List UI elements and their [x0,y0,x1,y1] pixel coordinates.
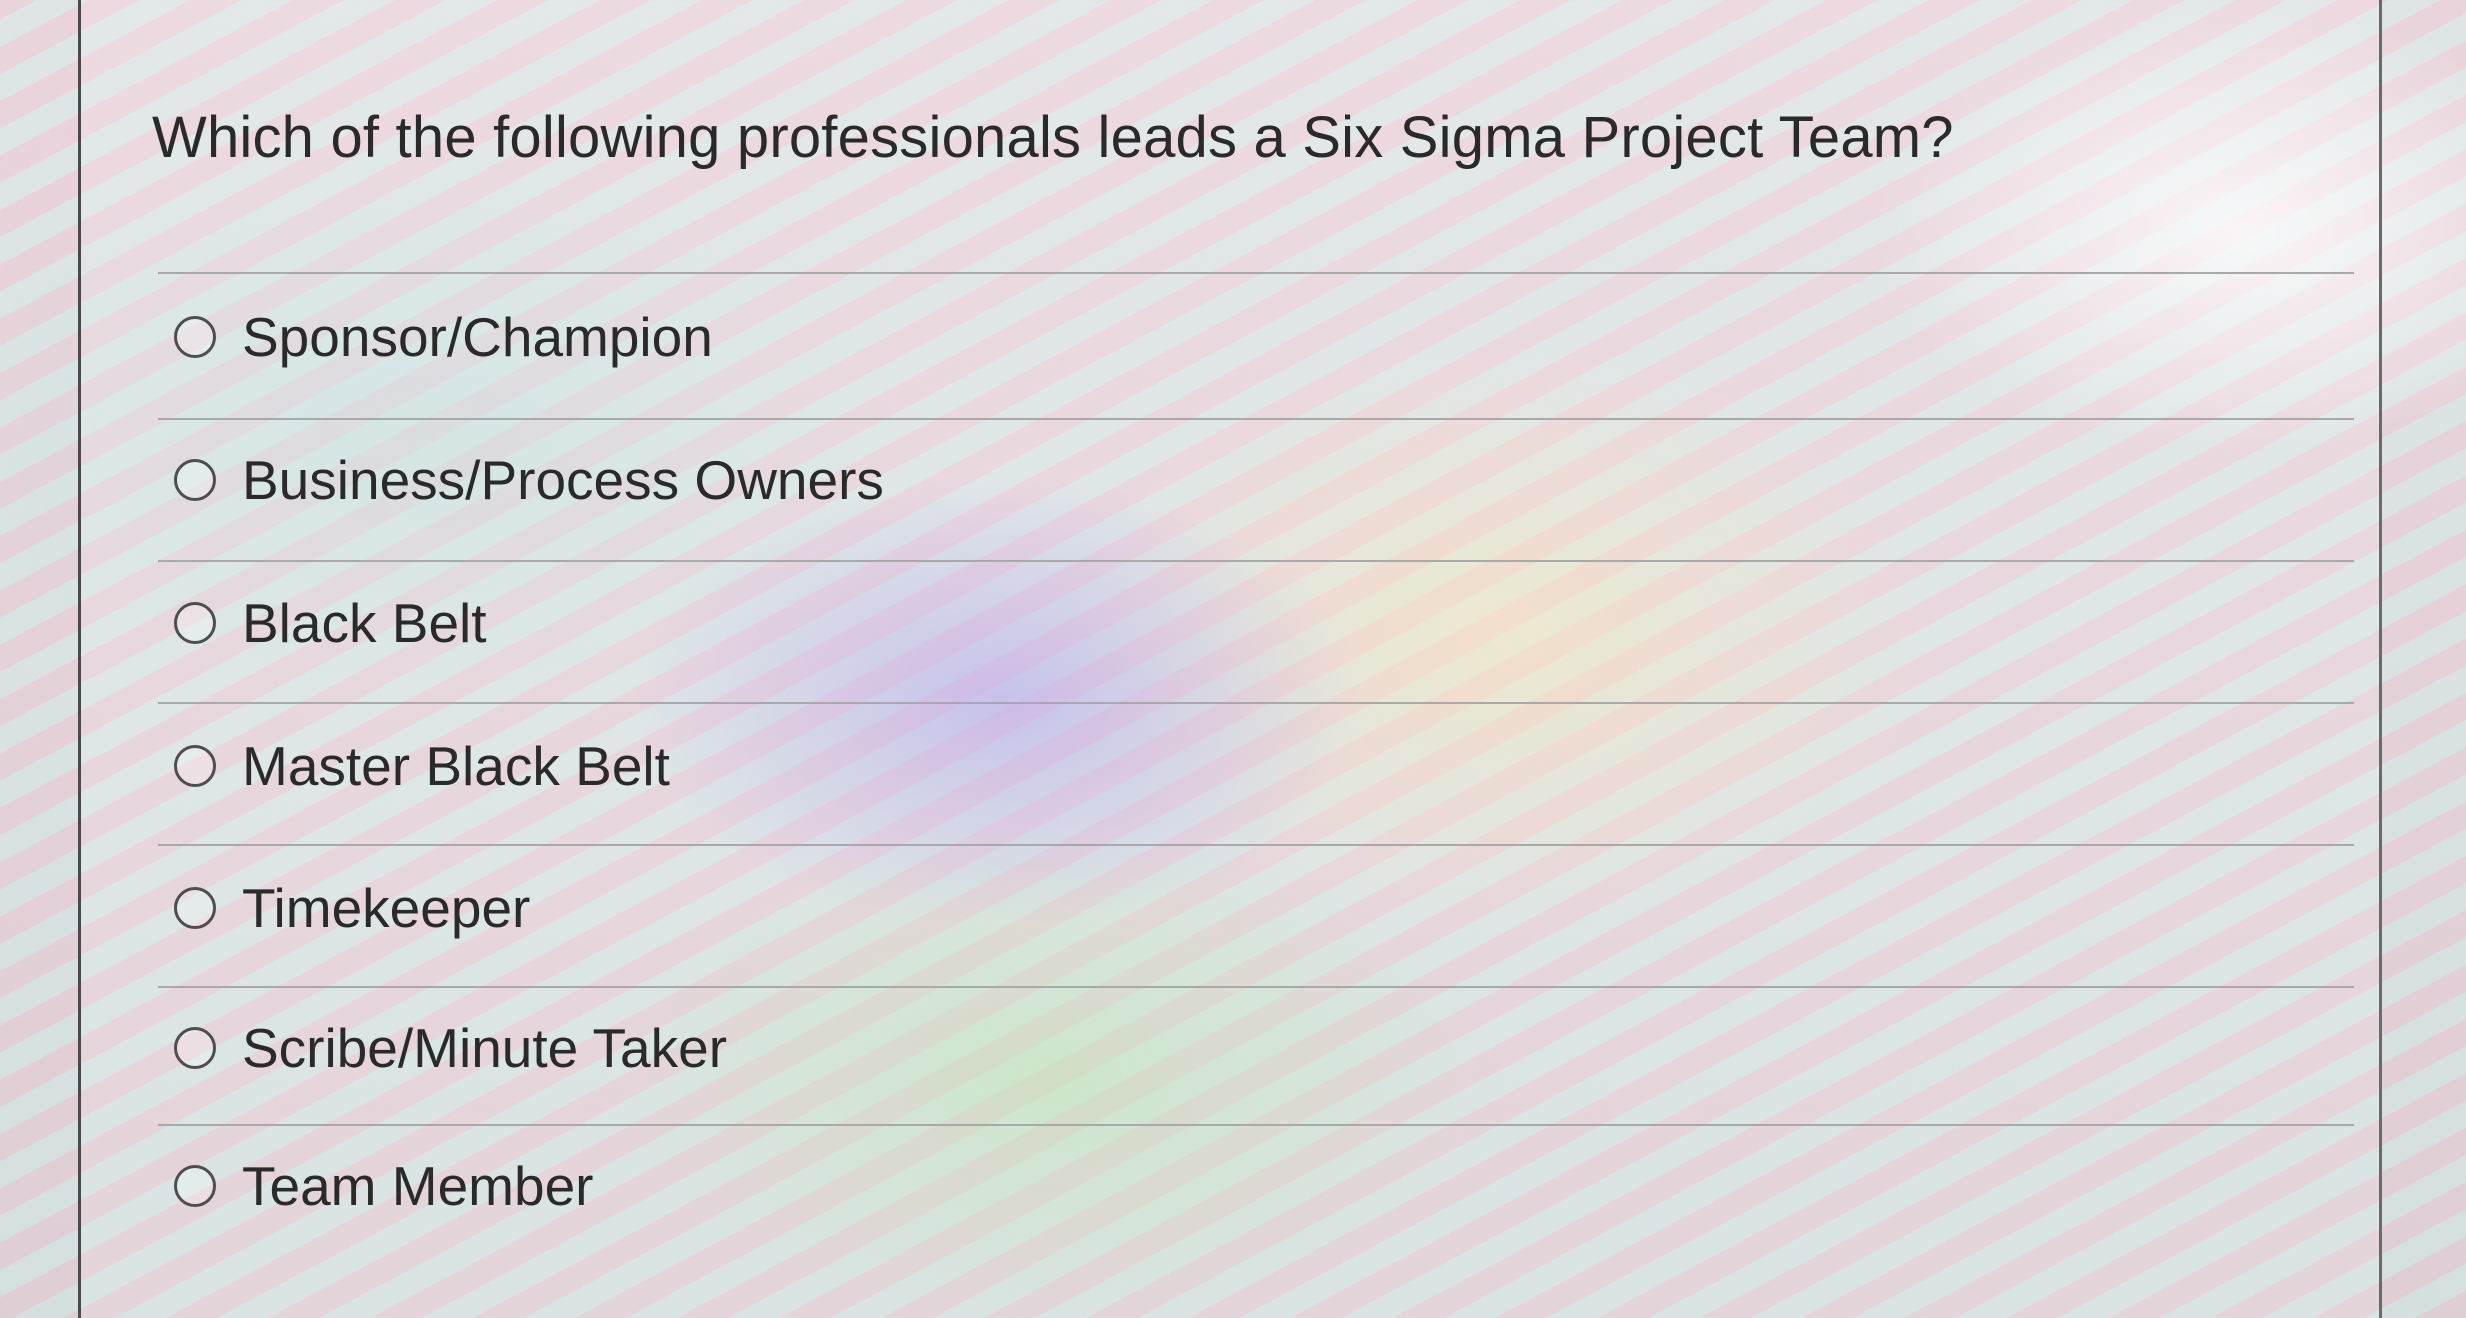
divider [158,986,2354,988]
radio-unchecked-icon[interactable] [174,459,216,501]
option-label: Master Black Belt [242,735,670,797]
radio-unchecked-icon[interactable] [174,887,216,929]
option-label: Team Member [242,1155,594,1217]
divider [158,272,2354,274]
option-label: Business/Process Owners [242,449,884,511]
question-text: Which of the following professionals lea… [152,105,1954,170]
divider [158,844,2354,846]
option-black-belt[interactable]: Black Belt [174,583,487,663]
option-business-process-owners[interactable]: Business/Process Owners [174,440,884,520]
divider [158,560,2354,562]
divider [158,1124,2354,1126]
divider [158,418,2354,420]
option-master-black-belt[interactable]: Master Black Belt [174,726,670,806]
option-label: Timekeeper [242,877,531,939]
option-team-member[interactable]: Team Member [174,1146,593,1226]
radio-unchecked-icon[interactable] [174,316,216,358]
radio-unchecked-icon[interactable] [174,745,216,787]
option-timekeeper[interactable]: Timekeeper [174,868,530,948]
option-scribe-minute-taker[interactable]: Scribe/Minute Taker [174,1008,727,1088]
option-sponsor-champion[interactable]: Sponsor/Champion [174,297,713,377]
divider [158,702,2354,704]
option-label: Scribe/Minute Taker [242,1017,728,1079]
radio-unchecked-icon[interactable] [174,602,216,644]
radio-unchecked-icon[interactable] [174,1027,216,1069]
radio-unchecked-icon[interactable] [174,1165,216,1207]
option-label: Sponsor/Champion [242,306,713,368]
option-label: Black Belt [242,592,487,654]
